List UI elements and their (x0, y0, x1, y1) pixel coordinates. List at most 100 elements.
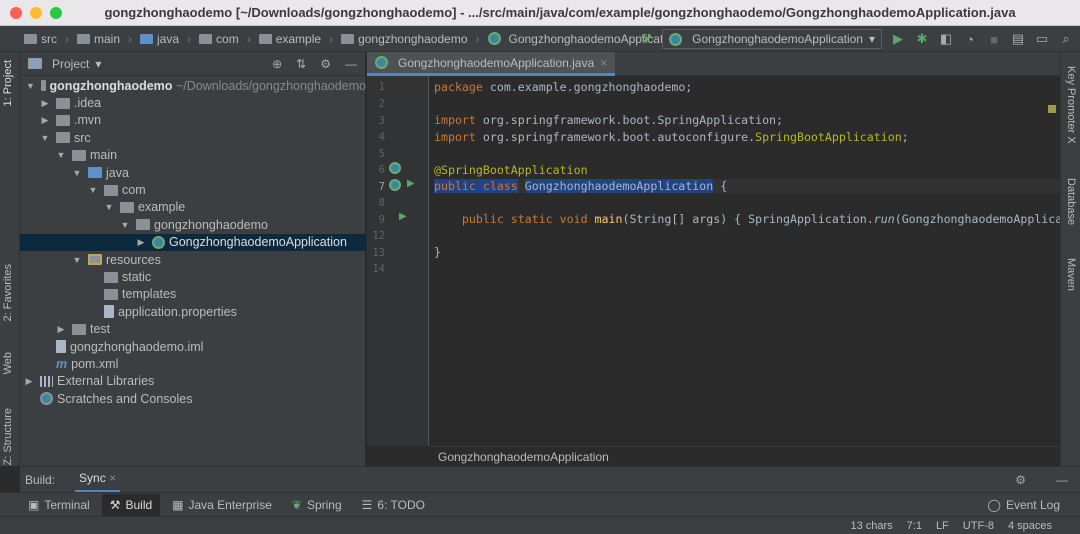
expand-arrow-icon[interactable]: ▶ (24, 376, 34, 387)
tree-item-src[interactable]: ▼ src (20, 129, 366, 146)
web-tool-tab[interactable]: Web (2, 352, 14, 374)
key-promoter-tool-tab[interactable]: Key Promoter X (1065, 66, 1077, 144)
structure-tool-tab[interactable]: Z: Structure (2, 408, 14, 465)
status-bar: 13 chars 7:1 LF UTF-8 4 spaces (0, 516, 1080, 534)
database-tool-tab[interactable]: Database (1065, 178, 1077, 225)
favorites-tool-tab[interactable]: 2: Favorites (2, 264, 14, 321)
code-area[interactable]: package com.example.gongzhonghaodemo; im… (430, 76, 1060, 446)
expand-arrow-icon[interactable]: ▶ (40, 98, 50, 109)
tree-item-root[interactable]: ▼ gongzhonghaodemo ~/Downloads/gongzhongh… (20, 77, 366, 94)
close-tab-icon[interactable]: × (600, 56, 607, 70)
tree-item-example[interactable]: ▼ example (20, 199, 366, 216)
tree-item-java[interactable]: ▼ java (20, 164, 366, 181)
chevron-down-icon[interactable]: ▾ (95, 57, 101, 71)
editor-gutter: 1 2 3 4 5 6 7 8 9 12 13 14 ▶ ▶ (367, 76, 429, 446)
tab-java-enterprise[interactable]: ▦ Java Enterprise (164, 494, 280, 516)
source-folder-icon (88, 167, 102, 179)
expand-arrow-icon[interactable]: ▼ (26, 81, 35, 91)
event-log-button[interactable]: ◯ Event Log (980, 494, 1068, 516)
file-encoding[interactable]: UTF-8 (963, 520, 994, 532)
tree-item-test[interactable]: ▶ test (20, 321, 366, 338)
maven-tool-tab[interactable]: Maven (1065, 258, 1077, 291)
tab-todo[interactable]: ☰ 6: TODO (354, 494, 433, 516)
expand-arrow-icon[interactable]: ▼ (40, 133, 50, 143)
package-icon (136, 219, 150, 231)
breadcrumb-gongzhonghaodemo[interactable]: gongzhonghaodemo › (337, 32, 483, 46)
expand-arrow-icon[interactable]: ▼ (56, 150, 66, 160)
run-method-icon[interactable]: ▶ (399, 211, 407, 222)
tree-item-external-libraries[interactable]: ▶ External Libraries (20, 373, 366, 390)
minimize-window-button[interactable] (30, 7, 42, 19)
run-class-icon[interactable]: ▶ (407, 178, 415, 189)
build-hammer-icon[interactable]: ⚒ (638, 31, 654, 47)
code-line-13: } (434, 245, 441, 259)
project-tool-tab[interactable]: 1: Project (2, 60, 14, 106)
expand-arrow-icon[interactable]: ▶ (56, 324, 66, 335)
spring-bean-icon[interactable] (389, 179, 401, 191)
chevron-right-icon: › (329, 31, 334, 46)
expand-arrow-icon[interactable]: ▼ (120, 220, 130, 230)
expand-arrow-icon[interactable]: ▼ (72, 255, 82, 265)
tree-item-iml[interactable]: gongzhonghaodemo.iml (20, 338, 366, 355)
caret-position[interactable]: 7:1 (907, 520, 922, 532)
chevron-right-icon: › (246, 31, 251, 46)
gear-icon[interactable]: ⚙ (1015, 473, 1026, 487)
expand-arrow-icon[interactable]: ▶ (40, 115, 50, 126)
breadcrumb-com[interactable]: com › (195, 32, 255, 46)
tree-item-gongzhonghaodemo[interactable]: ▼ gongzhonghaodemo (20, 216, 366, 233)
line-number: 12 (372, 230, 385, 242)
package-icon (120, 201, 134, 213)
tab-spring[interactable]: ❦ Spring (284, 494, 350, 516)
breadcrumb-main[interactable]: main › (73, 32, 136, 46)
collapse-all-icon[interactable]: ⇅ (296, 57, 306, 71)
tree-item-scratches[interactable]: Scratches and Consoles (20, 390, 366, 407)
indent-setting[interactable]: 4 spaces (1008, 520, 1052, 532)
run-icon[interactable]: ▶ (890, 31, 906, 47)
package-icon (341, 33, 355, 44)
folder-icon (56, 97, 70, 109)
spring-class-icon (375, 56, 388, 69)
tree-item-com[interactable]: ▼ com (20, 181, 366, 198)
tab-sync[interactable]: Sync × (75, 467, 121, 493)
expand-arrow-icon[interactable]: ▼ (72, 168, 82, 178)
line-number: 13 (372, 246, 385, 259)
tree-item-main[interactable]: ▼ main (20, 147, 366, 164)
zoom-window-button[interactable] (50, 7, 62, 19)
coverage-icon[interactable]: ◧ (938, 31, 954, 47)
project-view-select[interactable]: Project (52, 57, 89, 71)
stop-icon[interactable]: ■ (986, 31, 1002, 47)
expand-arrow-icon[interactable]: ▼ (104, 202, 114, 212)
line-separator[interactable]: LF (936, 520, 949, 532)
tree-item-application-class[interactable]: ▶ GongzhonghaodemoApplication (20, 233, 366, 251)
tree-item-static[interactable]: static (20, 268, 366, 285)
tree-item-templates[interactable]: templates (20, 286, 366, 303)
breadcrumb-example[interactable]: example › (255, 32, 337, 46)
tree-item-mvn[interactable]: ▶ .mvn (20, 112, 366, 129)
tree-item-resources[interactable]: ▼ resources (20, 251, 366, 268)
expand-arrow-icon[interactable]: ▶ (136, 237, 146, 248)
gear-icon[interactable]: ⚙ (320, 57, 331, 71)
editor-breadcrumb[interactable]: GongzhonghaodemoApplication (430, 446, 1060, 466)
breadcrumb-src[interactable]: src › (20, 32, 73, 46)
search-icon[interactable]: ⌕ (1058, 31, 1074, 47)
tab-build[interactable]: ⚒ Build (101, 493, 161, 516)
profile-icon[interactable]: ◔ (962, 31, 978, 47)
layout-icon[interactable]: ▭ (1034, 31, 1050, 47)
project-structure-icon[interactable]: ▤ (1010, 31, 1026, 47)
locate-icon[interactable]: ⊕ (272, 57, 282, 71)
tree-item-pom[interactable]: m pom.xml (20, 355, 366, 372)
editor-tab-application-java[interactable]: GongzhonghaodemoApplication.java × (367, 52, 616, 76)
inspection-indicator[interactable] (1048, 105, 1056, 113)
breadcrumb-java[interactable]: java › (136, 32, 195, 46)
spring-bean-icon[interactable] (389, 162, 401, 174)
tab-terminal[interactable]: ▣ Terminal (20, 494, 98, 516)
tree-item-idea[interactable]: ▶ .idea (20, 94, 366, 111)
close-window-button[interactable] (10, 7, 22, 19)
run-configuration-select[interactable]: GongzhonghaodemoApplication ▾ (662, 29, 882, 49)
tree-item-application-properties[interactable]: application.properties (20, 303, 366, 320)
close-icon[interactable]: × (109, 471, 116, 485)
debug-icon[interactable]: ✱ (914, 31, 930, 47)
hide-icon[interactable]: — (345, 57, 357, 71)
expand-arrow-icon[interactable]: ▼ (88, 185, 98, 195)
hide-icon[interactable]: — (1056, 473, 1068, 487)
